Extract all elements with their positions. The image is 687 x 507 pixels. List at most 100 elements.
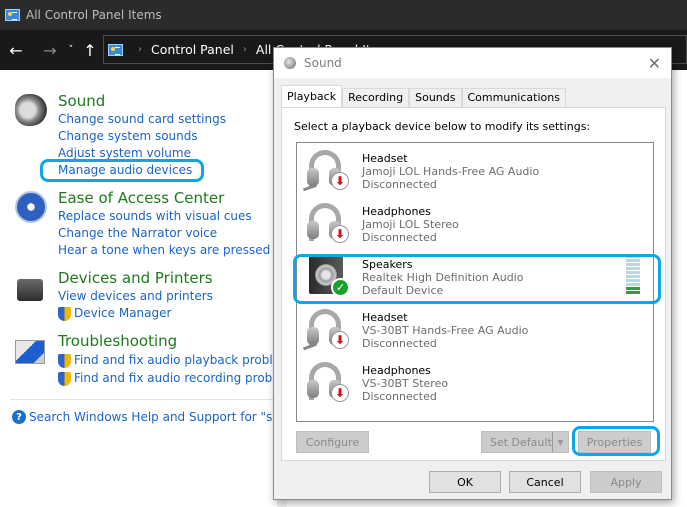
headphones-icon: ⬇ xyxy=(307,201,349,243)
device-item[interactable]: ⬇ Headset VS-30BT Hands-Free AG Audio Di… xyxy=(297,302,653,355)
link-fix-audio-recording[interactable]: Find and fix audio recording problems xyxy=(58,371,301,386)
device-description: VS-30BT Hands-Free AG Audio xyxy=(362,324,529,337)
device-status: Disconnected xyxy=(362,390,437,403)
up-arrow-icon[interactable]: ↑ xyxy=(80,41,100,60)
volume-meter-bar xyxy=(626,275,640,278)
volume-meter-bar xyxy=(626,291,640,294)
help-question-icon: ? xyxy=(12,410,26,424)
link-view-devices-printers[interactable]: View devices and printers xyxy=(58,289,213,303)
link-fix-audio-playback-label: Find and fix audio playback problems xyxy=(74,353,298,367)
configure-button[interactable]: Configure xyxy=(296,431,369,453)
ease-of-access-icon xyxy=(15,191,47,223)
sound-dialog: Sound ✕ Playback Recording Sounds Commun… xyxy=(273,47,672,500)
set-default-label: Set Default xyxy=(490,435,552,449)
device-item[interactable]: ⬇ Headphones VS-30BT Stereo Disconnected xyxy=(297,355,653,408)
uac-shield-icon xyxy=(58,354,71,368)
default-device-check-icon: ✓ xyxy=(331,278,350,297)
device-status: Disconnected xyxy=(362,337,437,350)
link-change-system-sounds[interactable]: Change system sounds xyxy=(58,129,198,143)
headset-icon: ⬇ xyxy=(302,307,349,351)
dialog-title: Sound xyxy=(304,56,342,70)
volume-meter-bar xyxy=(626,263,640,266)
device-description: Jamoji LOL Stereo xyxy=(362,218,459,231)
group-title-ease-of-access[interactable]: Ease of Access Center xyxy=(58,189,224,207)
disconnected-badge-icon: ⬇ xyxy=(331,384,349,402)
set-default-button[interactable]: Set Default ▼ xyxy=(481,431,569,453)
breadcrumb-control-panel[interactable]: Control Panel xyxy=(151,42,234,57)
device-item[interactable]: ⬇ Headphones Jamoji LOL Stereo Disconnec… xyxy=(297,196,653,249)
speakers-icon: ✓ xyxy=(307,254,350,297)
device-item-speakers[interactable]: ✓ Speakers Realtek High Definition Audio… xyxy=(297,249,653,302)
device-description: VS-30BT Stereo xyxy=(362,377,449,390)
volume-meter-bar xyxy=(626,287,640,290)
device-item[interactable]: ⬇ Headset Jamoji LOL Hands-Free AG Audio… xyxy=(297,143,653,196)
device-name: Headphones xyxy=(362,205,431,218)
instruction-text: Select a playback device below to modify… xyxy=(294,120,591,133)
device-name: Headset xyxy=(362,311,408,324)
ok-button[interactable]: OK xyxy=(429,471,501,493)
device-name: Speakers xyxy=(362,258,413,271)
disconnected-badge-icon: ⬇ xyxy=(331,225,349,243)
device-description: Jamoji LOL Hands-Free AG Audio xyxy=(362,165,540,178)
link-device-manager-label: Device Manager xyxy=(74,306,172,320)
help-search-label: Search Windows Help and Support for "sou… xyxy=(29,410,309,424)
devices-printers-icon xyxy=(17,279,43,301)
window-titlebar: All Control Panel Items xyxy=(0,0,687,30)
forward-arrow-icon[interactable]: → xyxy=(40,41,60,60)
volume-level-meter xyxy=(626,255,640,295)
volume-meter-bar xyxy=(626,259,640,262)
playback-panel: Select a playback device below to modify… xyxy=(281,107,666,461)
volume-meter-bar xyxy=(626,279,640,282)
device-status: Disconnected xyxy=(362,178,437,191)
tab-communications[interactable]: Communications xyxy=(461,88,566,107)
back-arrow-icon[interactable]: ← xyxy=(6,41,26,60)
tab-playback[interactable]: Playback xyxy=(281,85,343,107)
control-panel-icon xyxy=(5,9,20,21)
link-change-narrator-voice[interactable]: Change the Narrator voice xyxy=(58,226,217,240)
link-change-sound-card-settings[interactable]: Change sound card settings xyxy=(58,112,226,126)
tab-strip: Playback Recording Sounds Communications xyxy=(281,85,566,107)
breadcrumb-separator: › xyxy=(138,44,142,55)
divider xyxy=(10,399,275,400)
properties-button[interactable]: Properties xyxy=(578,431,651,453)
sound-speaker-icon xyxy=(284,57,296,69)
volume-meter-bar xyxy=(626,271,640,274)
uac-shield-icon xyxy=(58,307,71,321)
link-fix-audio-playback[interactable]: Find and fix audio playback problems xyxy=(58,353,298,368)
link-manage-audio-devices[interactable]: Manage audio devices xyxy=(58,163,192,177)
group-title-sound[interactable]: Sound xyxy=(58,92,105,110)
breadcrumb-separator: › xyxy=(242,44,247,55)
link-replace-sounds-visual-cues[interactable]: Replace sounds with visual cues xyxy=(58,209,252,223)
apply-button[interactable]: Apply xyxy=(590,471,662,493)
group-title-troubleshooting[interactable]: Troubleshooting xyxy=(58,332,177,350)
window-title: All Control Panel Items xyxy=(26,8,162,22)
disconnected-badge-icon: ⬇ xyxy=(331,172,349,190)
recent-locations-chevron-icon[interactable]: ˅ xyxy=(64,45,78,55)
group-title-devices-printers[interactable]: Devices and Printers xyxy=(58,269,213,287)
cancel-button[interactable]: Cancel xyxy=(509,471,581,493)
tab-sounds[interactable]: Sounds xyxy=(409,88,462,107)
help-search-link[interactable]: ? Search Windows Help and Support for "s… xyxy=(12,410,308,424)
control-panel-icon xyxy=(108,43,123,56)
dropdown-arrow-icon[interactable]: ▼ xyxy=(552,432,568,452)
link-fix-audio-recording-label: Find and fix audio recording problems xyxy=(74,371,301,385)
device-status: Disconnected xyxy=(362,231,437,244)
link-adjust-system-volume[interactable]: Adjust system volume xyxy=(58,146,191,160)
sound-speaker-icon xyxy=(15,94,47,126)
troubleshooting-icon xyxy=(15,340,45,364)
playback-device-list[interactable]: ⬇ Headset Jamoji LOL Hands-Free AG Audio… xyxy=(296,142,654,422)
uac-shield-icon xyxy=(58,372,71,386)
device-name: Headphones xyxy=(362,364,431,377)
device-description: Realtek High Definition Audio xyxy=(362,271,524,284)
close-icon[interactable]: ✕ xyxy=(648,54,661,73)
device-name: Headset xyxy=(362,152,408,165)
link-device-manager[interactable]: Device Manager xyxy=(58,306,172,321)
link-hear-tone-keys-pressed[interactable]: Hear a tone when keys are pressed xyxy=(58,243,270,257)
disconnected-badge-icon: ⬇ xyxy=(331,331,349,349)
tab-recording[interactable]: Recording xyxy=(342,88,410,107)
volume-meter-bar xyxy=(626,267,640,270)
headphones-icon: ⬇ xyxy=(307,360,349,402)
volume-meter-bar xyxy=(626,283,640,286)
device-status: Default Device xyxy=(362,284,444,297)
dialog-titlebar: Sound ✕ xyxy=(274,48,671,78)
